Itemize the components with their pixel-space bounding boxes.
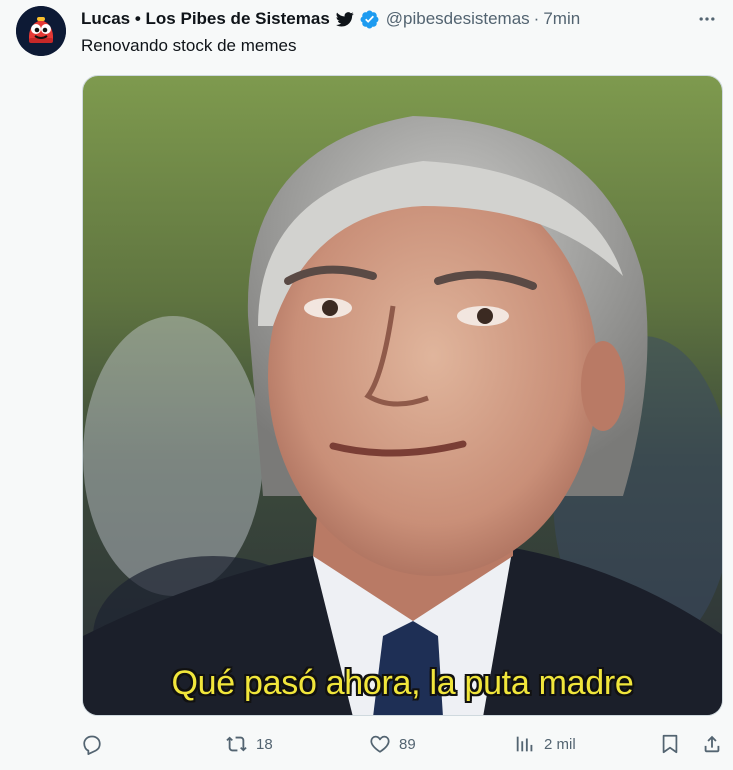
meme-caption: Qué pasó ahora, la puta madre <box>171 664 634 702</box>
like-button[interactable]: 89 <box>369 730 416 758</box>
display-name[interactable]: Lucas • Los Pibes de Sistemas <box>81 9 330 29</box>
user-handle[interactable]: @pibesdesistemas <box>386 9 530 29</box>
retweet-icon <box>226 736 247 752</box>
bookmark-button[interactable] <box>659 730 681 758</box>
retweet-count: 18 <box>256 735 273 753</box>
tweet-media-image[interactable]: Qué pasó ahora, la puta madre <box>82 75 723 716</box>
avatar-mascot-icon <box>16 6 66 56</box>
reply-button[interactable] <box>81 730 111 758</box>
bookmark-icon <box>662 734 678 754</box>
heart-icon <box>370 735 390 753</box>
retweet-button[interactable]: 18 <box>225 730 273 758</box>
share-icon <box>704 735 720 753</box>
views-chart-icon <box>516 736 533 752</box>
bird-icon <box>335 11 354 27</box>
like-count: 89 <box>399 735 416 753</box>
views-count: 2 mil <box>544 735 576 753</box>
tweet[interactable]: Lucas • Los Pibes de Sistemas @pibesdesi… <box>0 0 733 770</box>
avatar[interactable] <box>16 6 66 56</box>
separator-dot: · <box>533 9 540 28</box>
share-button[interactable] <box>701 730 723 758</box>
tweet-actions: 18 89 2 mil <box>81 730 721 758</box>
timestamp[interactable]: 7min <box>543 9 580 29</box>
views-button[interactable]: 2 mil <box>514 730 576 758</box>
verified-badge-icon[interactable] <box>359 9 380 30</box>
tweet-text: Renovando stock de memes <box>81 36 297 55</box>
more-options-icon <box>699 17 715 21</box>
meme-photo <box>83 76 722 715</box>
more-options-button[interactable] <box>693 6 721 32</box>
reply-icon <box>83 735 101 755</box>
tweet-header: Lucas • Los Pibes de Sistemas @pibesdesi… <box>81 6 721 32</box>
